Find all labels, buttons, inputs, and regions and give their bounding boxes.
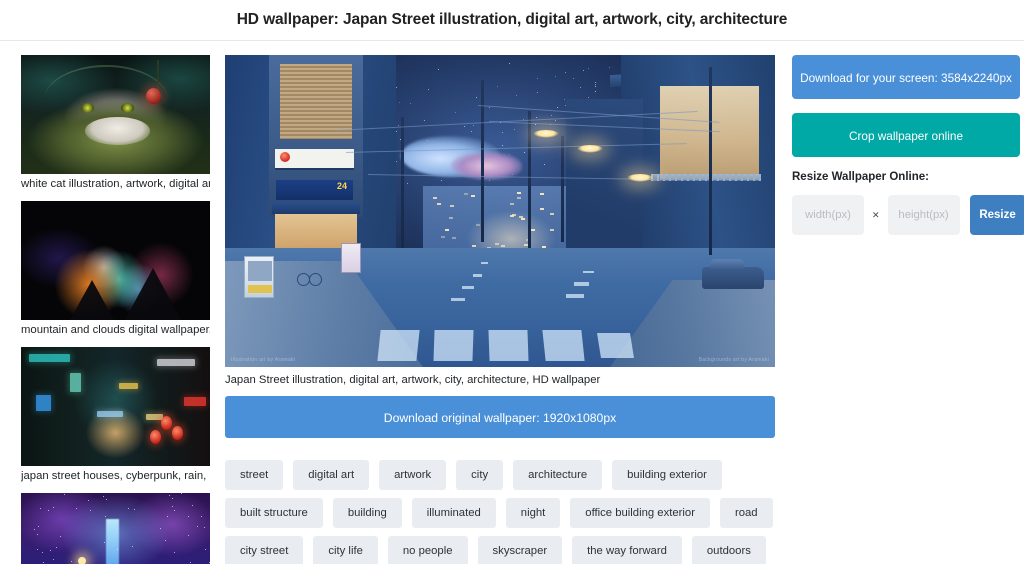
watermark-left: Illustration art by Aramaki	[231, 357, 295, 363]
tag-list: street digital art artwork city architecture…	[225, 460, 777, 564]
tag-chip[interactable]: building	[333, 498, 402, 528]
related-thumbnail-item[interactable]: japan street houses, cyberpunk, rain, li…	[21, 347, 210, 487]
crosswalk-stripe	[542, 330, 584, 361]
related-wallpapers-sidebar: white cat illustration, artwork, digital…	[0, 55, 210, 564]
related-thumbnail-image-waterfall-mountain[interactable]	[21, 493, 210, 564]
tag-chip[interactable]: skyscraper	[478, 536, 563, 564]
main-content: 24 Illustration art by Aramaki B	[210, 55, 770, 564]
related-thumbnail-image-cat-forest[interactable]	[21, 55, 210, 174]
page-body: white cat illustration, artwork, digital…	[0, 41, 1024, 564]
resize-wallpaper-title: Resize Wallpaper Online:	[792, 171, 1024, 183]
tag-chip[interactable]: night	[506, 498, 561, 528]
shutter-window	[280, 64, 352, 139]
resize-submit-button[interactable]: Resize	[970, 195, 1024, 235]
lane-marking	[566, 294, 584, 298]
street-lamp-glow	[627, 174, 653, 182]
lane-marking	[462, 286, 474, 289]
page-header: HD wallpaper: Japan Street illustration,…	[0, 0, 1024, 41]
wallpaper-preview-image[interactable]: 24 Illustration art by Aramaki B	[225, 55, 775, 367]
resize-height-input[interactable]	[888, 195, 960, 235]
neon-sign	[119, 383, 138, 389]
crosswalk-stripe	[433, 330, 473, 361]
crosswalk-stripe	[597, 333, 634, 358]
related-thumbnail-caption: mountain and clouds digital wallpaper, t…	[21, 320, 210, 341]
resize-separator-icon: ✕	[872, 210, 880, 221]
neon-sign	[146, 414, 163, 420]
tag-chip[interactable]: built structure	[225, 498, 323, 528]
neon-sign	[70, 373, 81, 392]
related-thumbnail-image-cyberpunk-street[interactable]	[21, 347, 210, 466]
tag-chip[interactable]: building exterior	[612, 460, 722, 490]
tag-chip[interactable]: street	[225, 460, 283, 490]
street-poster-board	[244, 256, 274, 298]
tag-chip[interactable]: the way forward	[572, 536, 682, 564]
resize-width-input[interactable]	[792, 195, 864, 235]
vending-machine	[341, 243, 361, 273]
utility-pole	[528, 111, 531, 248]
page-title: HD wallpaper: Japan Street illustration,…	[237, 11, 788, 29]
neon-sign	[29, 354, 71, 362]
paper-lantern	[150, 430, 161, 444]
watermark-right: Backgrounds art by Aramaki	[699, 357, 769, 363]
resize-form: ✕ Resize	[792, 195, 1024, 235]
utility-pole	[561, 136, 564, 242]
parked-bicycle	[297, 270, 323, 286]
related-thumbnail-item[interactable]: white cat illustration, artwork, digital…	[21, 55, 210, 195]
download-for-your-screen-button[interactable]: Download for your screen: 3584x2240px	[792, 55, 1020, 99]
convenience-store-sign: 24	[276, 180, 353, 200]
related-thumbnail-image-nebula-mountain[interactable]	[21, 201, 210, 320]
related-thumbnail-item[interactable]: mountain and waterfall illustration, dig…	[21, 493, 210, 564]
tag-chip[interactable]: office building exterior	[570, 498, 710, 528]
lane-marking	[583, 271, 594, 274]
street-lamp-glow	[533, 130, 559, 138]
related-thumbnail-caption: white cat illustration, artwork, digital…	[21, 174, 210, 195]
utility-pole	[709, 67, 712, 254]
storefront-awning	[272, 202, 360, 214]
tag-chip[interactable]: illuminated	[412, 498, 496, 528]
parked-car	[702, 267, 764, 289]
related-thumbnail-item[interactable]: mountain and clouds digital wallpaper, t…	[21, 201, 210, 341]
download-original-wallpaper-button[interactable]: Download original wallpaper: 1920x1080px	[225, 396, 775, 438]
actions-panel: Download for your screen: 3584x2240px Cr…	[770, 55, 1024, 235]
tag-chip[interactable]: artwork	[379, 460, 446, 490]
neon-sign	[157, 359, 195, 366]
utility-pole	[401, 117, 404, 248]
tag-chip[interactable]: city	[456, 460, 503, 490]
lane-marking	[451, 298, 465, 302]
paper-lantern	[172, 426, 183, 440]
tag-chip[interactable]: city life	[313, 536, 378, 564]
neon-sign	[184, 397, 207, 407]
lane-marking	[481, 262, 489, 264]
tag-chip[interactable]: city street	[225, 536, 303, 564]
tag-chip[interactable]: road	[720, 498, 773, 528]
balcony-railing	[651, 174, 761, 182]
related-thumbnail-caption: japan street houses, cyberpunk, rain, li…	[21, 466, 210, 487]
crop-wallpaper-online-button[interactable]: Crop wallpaper online	[792, 113, 1020, 157]
tag-chip[interactable]: digital art	[293, 460, 369, 490]
crosswalk-stripe	[377, 330, 419, 361]
tag-chip[interactable]: outdoors	[692, 536, 766, 564]
sign-24-label: 24	[337, 181, 347, 191]
neon-sign	[97, 411, 123, 417]
wallpaper-caption: Japan Street illustration, digital art, …	[225, 367, 770, 396]
crosswalk-stripe	[488, 330, 528, 361]
tag-chip[interactable]: architecture	[513, 460, 602, 490]
neon-sign	[36, 395, 51, 412]
tag-chip[interactable]: no people	[388, 536, 468, 564]
lane-marking	[574, 282, 588, 285]
lane-marking	[473, 274, 483, 277]
paper-lantern	[161, 416, 172, 430]
